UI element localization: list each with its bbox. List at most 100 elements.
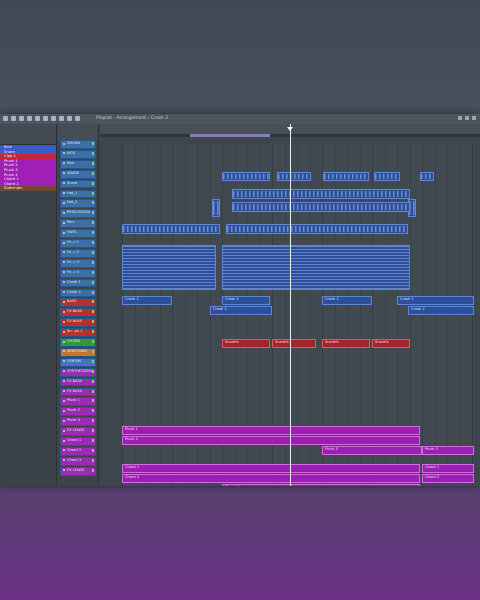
track-header[interactable]: Hi...r 3	[60, 258, 96, 268]
track-led-icon[interactable]	[92, 379, 94, 383]
track-header[interactable]: Sn...ps 1	[60, 328, 96, 337]
select-icon[interactable]	[59, 116, 64, 121]
pattern-clip[interactable]: Chord 3	[222, 484, 420, 486]
track-header[interactable]: Hi...r 2	[60, 248, 96, 258]
paint-icon[interactable]	[19, 116, 24, 121]
pattern-clip[interactable]: Chord 2	[422, 474, 474, 483]
pattern-clip[interactable]: Crash 2	[408, 306, 474, 315]
track-header[interactable]: Pluck 3	[60, 417, 96, 427]
mute-icon[interactable]	[35, 116, 40, 121]
pattern-clip[interactable]: Pluck 2	[122, 436, 420, 445]
pattern-clip[interactable]	[122, 224, 220, 234]
minimize-icon[interactable]	[458, 116, 462, 120]
track-header[interactable]: Crash 2	[60, 288, 96, 298]
pattern-clip[interactable]	[122, 245, 216, 290]
track-header[interactable]: Hi...r 4	[60, 268, 96, 278]
pattern-clip[interactable]	[232, 189, 410, 199]
pattern-clip[interactable]: Crash 1	[122, 296, 172, 305]
track-led-icon[interactable]	[92, 221, 94, 225]
track-header[interactable]: Kick	[60, 159, 96, 169]
track-led-icon[interactable]	[92, 369, 94, 373]
slice-icon[interactable]	[51, 116, 56, 121]
pattern-clip[interactable]: Snarefx	[322, 339, 370, 348]
track-led-icon[interactable]	[92, 439, 94, 442]
delete-icon[interactable]	[27, 116, 32, 121]
slip-icon[interactable]	[43, 116, 48, 121]
track-header[interactable]: DRUMS	[60, 140, 96, 149]
pattern-clip[interactable]: Snarefx	[222, 339, 270, 348]
track-led-icon[interactable]	[92, 171, 94, 175]
track-header[interactable]: Hat_1	[60, 189, 96, 199]
track-led-icon[interactable]	[92, 458, 94, 462]
track-header[interactable]: SIDECHAIN	[60, 347, 96, 357]
track-led-icon[interactable]	[92, 468, 94, 472]
track-header[interactable]: FX BASS	[60, 318, 96, 328]
pattern-clip[interactable]: Snarefx	[272, 339, 316, 348]
playhead-line[interactable]	[290, 124, 291, 486]
track-header[interactable]: PERCUSSION	[60, 209, 96, 219]
track-led-icon[interactable]	[92, 389, 94, 393]
pattern-clip[interactable]	[232, 202, 410, 212]
track-led-icon[interactable]	[92, 280, 94, 284]
playback-icon[interactable]	[75, 116, 80, 121]
pattern-clip[interactable]: Snarefx	[372, 339, 410, 348]
pattern-clip[interactable]	[420, 172, 434, 181]
pattern-clip[interactable]	[323, 172, 369, 181]
pattern-clip[interactable]: Pluck 3	[422, 446, 474, 455]
track-header[interactable]: Perc	[60, 219, 96, 229]
scrollbar-thumb[interactable]	[190, 134, 270, 137]
track-lanes[interactable]: Crash 1 Crash 1 Crash 1 Crash 1 Crash 2 Crash…	[122, 144, 474, 486]
pattern-clip[interactable]: Pluck 1	[122, 426, 420, 435]
track-led-icon[interactable]	[92, 201, 94, 205]
track-led-icon[interactable]	[92, 191, 94, 195]
pencil-icon[interactable]	[11, 116, 16, 121]
track-header[interactable]: BASS	[60, 298, 96, 308]
track-led-icon[interactable]	[92, 142, 94, 145]
close-icon[interactable]	[472, 116, 476, 120]
pattern-clip[interactable]	[222, 245, 410, 290]
pattern-clip[interactable]: Chord 2	[122, 474, 420, 483]
track-header[interactable]: Chord 3	[60, 456, 96, 466]
track-led-icon[interactable]	[92, 260, 94, 264]
track-led-icon[interactable]	[92, 290, 94, 294]
track-led-icon[interactable]	[92, 330, 94, 334]
pattern-clip[interactable]: Crash 1	[222, 296, 270, 305]
pattern-clip[interactable]	[212, 199, 220, 217]
pattern-clip[interactable]	[226, 224, 408, 234]
track-led-icon[interactable]	[92, 211, 94, 215]
track-led-icon[interactable]	[92, 349, 94, 353]
track-led-icon[interactable]	[92, 429, 94, 433]
pattern-clip[interactable]: Chord 1	[122, 464, 420, 473]
pattern-clip[interactable]	[374, 172, 400, 181]
arrow-icon[interactable]	[3, 116, 8, 121]
track-led-icon[interactable]	[92, 340, 94, 343]
track-header[interactable]: FX BASS	[60, 308, 96, 318]
track-header[interactable]: Snare	[60, 179, 96, 189]
track-header[interactable]: Chord 1	[60, 437, 96, 446]
track-header[interactable]: SYNTHS	[60, 357, 96, 367]
track-header[interactable]: Pluck 2	[60, 407, 96, 417]
track-led-icon[interactable]	[92, 161, 94, 165]
track-header[interactable]: Chord 2	[60, 446, 96, 456]
playhead-marker[interactable]	[287, 127, 293, 131]
track-header[interactable]: FX BASS	[60, 377, 96, 387]
track-header[interactable]: Crash 1	[60, 278, 96, 288]
track-led-icon[interactable]	[92, 250, 94, 254]
track-led-icon[interactable]	[92, 419, 94, 423]
browser-item[interactable]: Sidechain	[0, 186, 56, 191]
track-header[interactable]: FX LEADS	[60, 466, 96, 476]
track-led-icon[interactable]	[92, 270, 94, 274]
pattern-clip[interactable]	[222, 172, 270, 181]
track-header[interactable]: Pluck 1	[60, 397, 96, 407]
track-header[interactable]: FX BASS	[60, 387, 96, 397]
track-led-icon[interactable]	[92, 181, 94, 185]
track-led-icon[interactable]	[92, 359, 94, 363]
track-header[interactable]: Hi...r 1	[60, 239, 96, 248]
track-led-icon[interactable]	[92, 151, 94, 155]
track-led-icon[interactable]	[92, 320, 94, 324]
track-led-icon[interactable]	[92, 409, 94, 413]
track-header[interactable]: FX LEADS	[60, 427, 96, 436]
track-led-icon[interactable]	[92, 231, 94, 235]
maximize-icon[interactable]	[465, 116, 469, 120]
pattern-clip[interactable]: Crash 1	[397, 296, 474, 305]
